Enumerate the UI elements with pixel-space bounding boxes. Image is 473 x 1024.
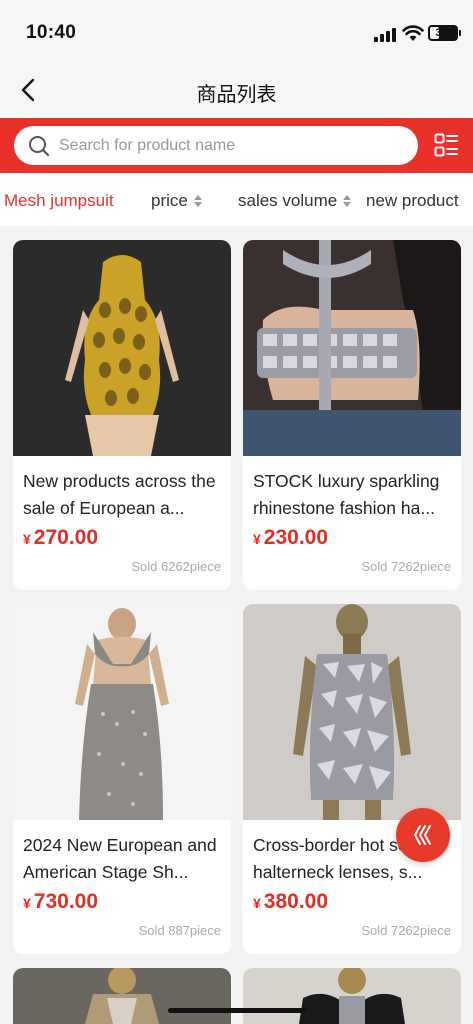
floating-action-button[interactable] (396, 808, 450, 862)
currency-symbol: ¥ (253, 531, 261, 547)
page-header: 商品列表 (0, 62, 473, 118)
product-price: ¥ 270.00 (23, 526, 98, 550)
price-value: 230.00 (263, 526, 329, 549)
sort-arrows-icon (193, 195, 202, 207)
product-card[interactable]: 2024 New European and American Stage Sh.… (13, 604, 231, 954)
status-bar: 10:40 37 (0, 0, 473, 62)
product-image (243, 240, 461, 456)
signal-icon (374, 26, 398, 42)
product-title: 2024 New European and American Stage Sh.… (23, 835, 217, 882)
currency-symbol: ¥ (23, 895, 31, 911)
currency-symbol: ¥ (23, 531, 31, 547)
filter-tab-label: price (151, 191, 188, 210)
battery-icon: 37 (428, 25, 461, 41)
grid-layout-icon[interactable] (434, 133, 458, 157)
price-value: 730.00 (33, 890, 99, 913)
product-card[interactable]: STOCK luxury sparkling rhinestone fashio… (243, 240, 461, 590)
filter-tab-sales-volume[interactable]: sales volume (238, 191, 352, 211)
search-icon (29, 136, 50, 157)
sold-count: Sold 7262piece (361, 923, 451, 938)
chevron-left-triple-icon (414, 825, 431, 845)
product-price: ¥ 730.00 (23, 890, 98, 914)
status-time: 10:40 (26, 22, 77, 43)
filter-bar: Mesh jumpsuit price sales volume new pro… (0, 173, 473, 226)
product-image (243, 604, 461, 820)
product-card[interactable] (13, 968, 231, 1024)
filter-tab-price[interactable]: price (151, 191, 202, 211)
product-image (13, 604, 231, 820)
home-indicator (168, 1008, 306, 1013)
product-title: New products across the sale of European… (23, 471, 216, 518)
page-title: 商品列表 (196, 82, 277, 106)
product-image (243, 968, 461, 1024)
product-image (13, 240, 231, 456)
filter-tab-label: sales volume (238, 191, 338, 210)
product-card[interactable]: New products across the sale of European… (13, 240, 231, 590)
product-card[interactable] (243, 968, 461, 1024)
sold-count: Sold 6262piece (131, 559, 221, 574)
search-placeholder: Search for product name (59, 137, 236, 154)
product-title: STOCK luxury sparkling rhinestone fashio… (253, 471, 440, 518)
price-value: 380.00 (263, 890, 329, 913)
product-card[interactable]: Cross-border hot selling halterneck lens… (243, 604, 461, 954)
filter-tab-new-product[interactable]: new product (366, 191, 459, 211)
search-bar: Search for product name (0, 118, 473, 173)
wifi-icon (402, 25, 424, 41)
product-price: ¥ 230.00 (253, 526, 328, 550)
price-value: 270.00 (33, 526, 99, 549)
sort-arrows-icon (343, 195, 352, 207)
sold-count: Sold 887piece (138, 923, 221, 938)
product-image (13, 968, 231, 1024)
filter-tab-mesh-jumpsuit[interactable]: Mesh jumpsuit (4, 191, 114, 211)
product-price: ¥ 380.00 (253, 890, 328, 914)
sold-count: Sold 7262piece (361, 559, 451, 574)
battery-percent: 37 (435, 27, 448, 39)
search-input[interactable]: Search for product name (14, 126, 418, 165)
currency-symbol: ¥ (253, 895, 261, 911)
filter-tab-label: new product (366, 191, 459, 210)
filter-tab-label: Mesh jumpsuit (4, 191, 114, 210)
